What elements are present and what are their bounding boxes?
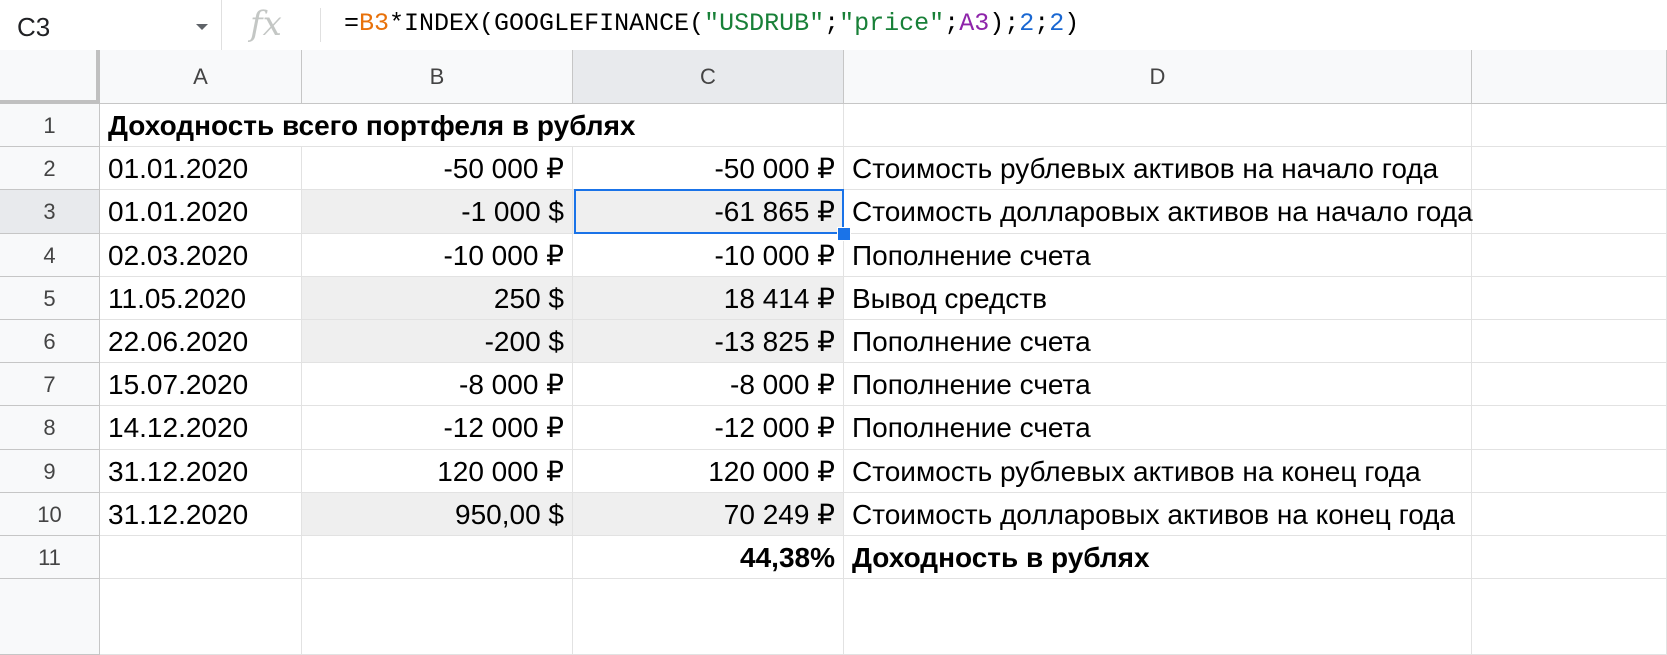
select-all-corner[interactable] — [0, 50, 100, 104]
cell-b11[interactable] — [302, 536, 573, 580]
cell-d10[interactable]: Стоимость долларовых активов на конец го… — [844, 492, 1472, 536]
cell-b5[interactable]: 250 $ — [302, 276, 573, 320]
row-header[interactable]: 8 — [0, 406, 100, 450]
cell-bextra[interactable] — [302, 579, 573, 655]
column-header-d[interactable]: D — [844, 50, 1472, 104]
column-header-extra[interactable] — [1472, 50, 1667, 104]
cell-d8[interactable]: Пополнение счета — [844, 406, 1472, 450]
formula-token: "USDRUB" — [704, 9, 825, 38]
cell-b3[interactable]: -1 000 $ — [302, 190, 573, 234]
row-header[interactable]: 1 — [0, 104, 100, 148]
row-header[interactable]: 2 — [0, 147, 100, 191]
cell-a5[interactable]: 11.05.2020 — [100, 276, 302, 320]
cell-a1[interactable]: Доходность всего портфеля в рублях — [100, 104, 636, 148]
cell-d4[interactable]: Пополнение счета — [844, 233, 1472, 277]
formula-bar: C3 fx =B3*INDEX(GOOGLEFINANCE("USDRUB";"… — [0, 0, 1667, 51]
formula-token: B3 — [359, 9, 390, 38]
cell-e2[interactable] — [1472, 147, 1667, 191]
cell-e3[interactable] — [1472, 190, 1667, 234]
cell-b1[interactable] — [302, 104, 573, 148]
formula-input[interactable]: =B3*INDEX(GOOGLEFINANCE("USDRUB";"price"… — [344, 9, 1079, 38]
cell-b10[interactable]: 950,00 $ — [302, 492, 573, 536]
formula-token: ; — [824, 9, 840, 38]
cell-e7[interactable] — [1472, 363, 1667, 407]
cell-c2[interactable]: -50 000 ₽ — [573, 147, 844, 191]
cell-b8[interactable]: -12 000 ₽ — [302, 406, 573, 450]
cell-a3[interactable]: 01.01.2020 — [100, 190, 302, 234]
formula-token: = — [344, 9, 360, 38]
cell-aextra[interactable] — [100, 579, 302, 655]
row-header[interactable]: 4 — [0, 233, 100, 277]
row-header[interactable]: 9 — [0, 449, 100, 493]
row-header[interactable]: 3 — [0, 190, 100, 234]
formula-token: ); — [989, 9, 1020, 38]
column-header-c[interactable]: C — [573, 50, 844, 104]
chevron-down-icon[interactable] — [196, 24, 208, 30]
cell-e11[interactable] — [1472, 536, 1667, 580]
formula-token: ; — [1034, 9, 1050, 38]
cell-a10[interactable]: 31.12.2020 — [100, 492, 302, 536]
cell-d11[interactable]: Доходность в рублях — [844, 536, 1472, 580]
cell-e6[interactable] — [1472, 320, 1667, 364]
cell-a7[interactable]: 15.07.2020 — [100, 363, 302, 407]
formula-token: 2 — [1019, 9, 1035, 38]
cell-a8[interactable]: 14.12.2020 — [100, 406, 302, 450]
formula-separator — [320, 8, 321, 42]
cell-c1[interactable] — [573, 104, 844, 148]
formula-token: "price" — [839, 9, 945, 38]
cell-b7[interactable]: -8 000 ₽ — [302, 363, 573, 407]
cell-c8[interactable]: -12 000 ₽ — [573, 406, 844, 450]
column-header-b[interactable]: B — [302, 50, 573, 104]
cell-a4[interactable]: 02.03.2020 — [100, 233, 302, 277]
cell-d9[interactable]: Стоимость рублевых активов на конец года — [844, 449, 1472, 493]
formula-token: 2 — [1049, 9, 1065, 38]
formula-token: *INDEX(GOOGLEFINANCE( — [389, 9, 705, 38]
cell-selection-border — [574, 189, 844, 234]
cell-cextra[interactable] — [573, 579, 844, 655]
cell-c7[interactable]: -8 000 ₽ — [573, 363, 844, 407]
cell-d6[interactable]: Пополнение счета — [844, 320, 1472, 364]
column-header-a[interactable]: A — [100, 50, 302, 104]
cell-e8[interactable] — [1472, 406, 1667, 450]
name-box[interactable]: C3 — [0, 0, 222, 50]
cell-a6[interactable]: 22.06.2020 — [100, 320, 302, 364]
cell-e4[interactable] — [1472, 233, 1667, 277]
cell-c11[interactable]: 44,38% — [573, 536, 844, 580]
cell-c9[interactable]: 120 000 ₽ — [573, 449, 844, 493]
row-header[interactable]: 10 — [0, 492, 100, 536]
cell-c4[interactable]: -10 000 ₽ — [573, 233, 844, 277]
name-box-value: C3 — [17, 12, 51, 42]
row-header[interactable]: 7 — [0, 363, 100, 407]
cell-d1[interactable] — [844, 104, 1472, 148]
cell-d2[interactable]: Стоимость рублевых активов на начало год… — [844, 147, 1472, 191]
cell-d7[interactable]: Пополнение счета — [844, 363, 1472, 407]
cell-b6[interactable]: -200 $ — [302, 320, 573, 364]
cell-e9[interactable] — [1472, 449, 1667, 493]
cell-c10[interactable]: 70 249 ₽ — [573, 492, 844, 536]
cell-e10[interactable] — [1472, 492, 1667, 536]
cell-a11[interactable] — [100, 536, 302, 580]
row-header[interactable] — [0, 579, 100, 655]
function-icon: fx — [250, 4, 282, 44]
cell-e1[interactable] — [1472, 104, 1667, 148]
cell-d5[interactable]: Вывод средств — [844, 276, 1472, 320]
cell-b4[interactable]: -10 000 ₽ — [302, 233, 573, 277]
cell-d3[interactable]: Стоимость долларовых активов на начало г… — [844, 190, 1473, 234]
cell-b2[interactable]: -50 000 ₽ — [302, 147, 573, 191]
row-header[interactable]: 6 — [0, 320, 100, 364]
cell-dextra[interactable] — [844, 579, 1472, 655]
cell-a2[interactable]: 01.01.2020 — [100, 147, 302, 191]
formula-token: ) — [1064, 9, 1080, 38]
cell-c6[interactable]: -13 825 ₽ — [573, 320, 844, 364]
cell-eextra[interactable] — [1472, 579, 1667, 655]
cell-a9[interactable]: 31.12.2020 — [100, 449, 302, 493]
formula-token: A3 — [959, 9, 990, 38]
cell-e5[interactable] — [1472, 276, 1667, 320]
formula-token: ; — [944, 9, 960, 38]
fill-handle[interactable] — [837, 226, 851, 241]
row-header[interactable]: 5 — [0, 276, 100, 320]
cell-c5[interactable]: 18 414 ₽ — [573, 276, 844, 320]
cell-b9[interactable]: 120 000 ₽ — [302, 449, 573, 493]
row-header[interactable]: 11 — [0, 536, 100, 580]
